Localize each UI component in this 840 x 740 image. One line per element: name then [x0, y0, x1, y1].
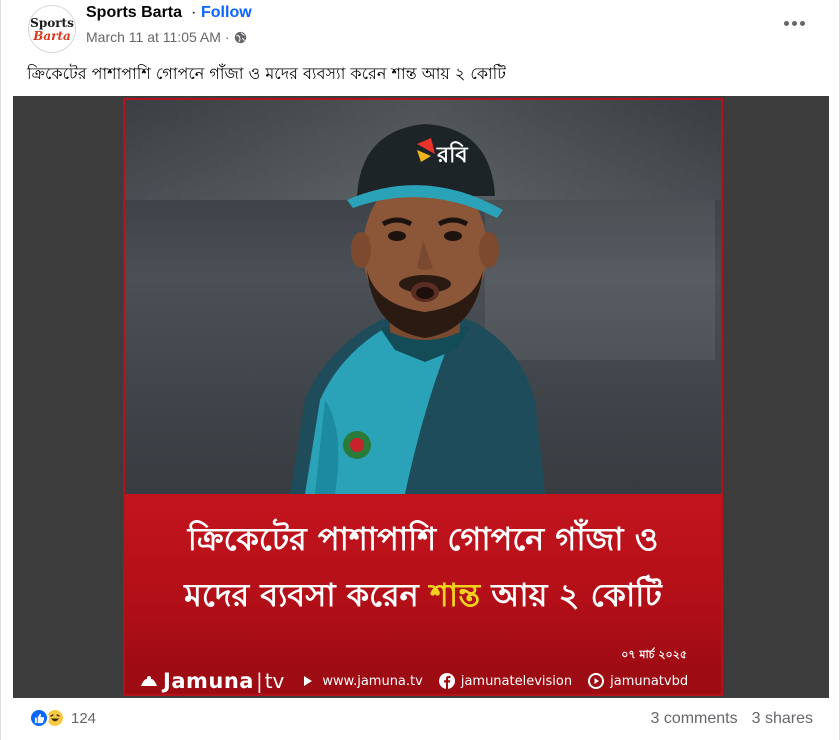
- facebook-text: jamunatelevision: [460, 673, 573, 689]
- headline-line1: ক্রিকেটের পাশাপাশি গোপনে গাঁজা ও: [187, 520, 659, 558]
- globe-icon: [234, 31, 246, 43]
- facebook-post: Sports Barta Sports Barta · Follow March…: [0, 0, 840, 740]
- post-meta: March 11 at 11:05 AM ·: [86, 29, 247, 45]
- engagement-stats: 3 comments 3 shares: [650, 710, 813, 728]
- footer-website: www.jamuna.tv: [300, 673, 423, 689]
- brand-tv: tv: [264, 669, 285, 693]
- news-poster: রবি ক্রিকেটের পাশাপাশি গোপনে গাঁজা ও মদে…: [123, 98, 723, 696]
- page-name-link[interactable]: Sports Barta: [86, 4, 182, 22]
- follow-button[interactable]: Follow: [201, 4, 252, 22]
- date-stamp: ০৭ মার্চ ২০২৫: [621, 648, 687, 661]
- poster-footer: Jamuna | tv www.jamuna.tv jamunatelevisi…: [125, 666, 721, 694]
- jamuna-mark-icon: [141, 676, 157, 686]
- brand-divider: |: [255, 669, 263, 693]
- facebook-icon: [438, 673, 455, 689]
- shares-count-link[interactable]: 3 shares: [752, 710, 813, 728]
- reaction-count: 124: [71, 709, 97, 727]
- post-timestamp[interactable]: March 11 at 11:05 AM: [86, 29, 221, 45]
- youtube-icon: [588, 673, 605, 689]
- headline-highlight-name: শান্ত: [429, 576, 481, 614]
- footer-facebook: jamunatelevision: [438, 673, 573, 689]
- website-text: www.jamuna.tv: [322, 673, 423, 689]
- footer-youtube: jamunatvbd: [588, 673, 688, 689]
- post-image-container[interactable]: রবি ক্রিকেটের পাশাপাশি গোপনে গাঁজা ও মদে…: [13, 96, 829, 698]
- jamuna-logo: Jamuna | tv: [139, 669, 284, 693]
- more-dot-icon: [799, 20, 805, 26]
- youtube-text: jamunatvbd: [610, 673, 689, 689]
- like-icon: [29, 708, 49, 728]
- headline-line2: মদের ব্যবসা করেন শান্ত আয় ২ কোটি: [125, 570, 721, 624]
- comments-count-link[interactable]: 3 comments: [650, 710, 737, 728]
- reactions-summary[interactable]: 124: [29, 708, 96, 728]
- avatar-line1: Sports: [30, 15, 74, 30]
- name-separator: ·: [191, 4, 197, 21]
- avatar-line2: Barta: [33, 28, 71, 43]
- post-caption: ক্রিকেটের পাশাপাশি গোপনে গাঁজা ও মদের ব্…: [27, 64, 506, 83]
- cap-logo-text: রবি: [436, 141, 468, 168]
- more-options-button[interactable]: [779, 10, 809, 36]
- headline-line2-pre: মদের ব্যবসা করেন: [184, 576, 430, 614]
- page-avatar[interactable]: Sports Barta: [28, 5, 76, 53]
- more-dot-icon: [783, 20, 789, 26]
- post-header: Sports Barta Sports Barta · Follow March…: [1, 0, 840, 56]
- headline-line2-post: আয় ২ কোটি: [480, 576, 662, 614]
- play-arrow-icon: [300, 673, 316, 689]
- more-dot-icon: [791, 20, 797, 26]
- brand-word: Jamuna: [163, 669, 254, 693]
- player-photo: রবি: [290, 124, 545, 494]
- meta-separator: ·: [224, 29, 230, 45]
